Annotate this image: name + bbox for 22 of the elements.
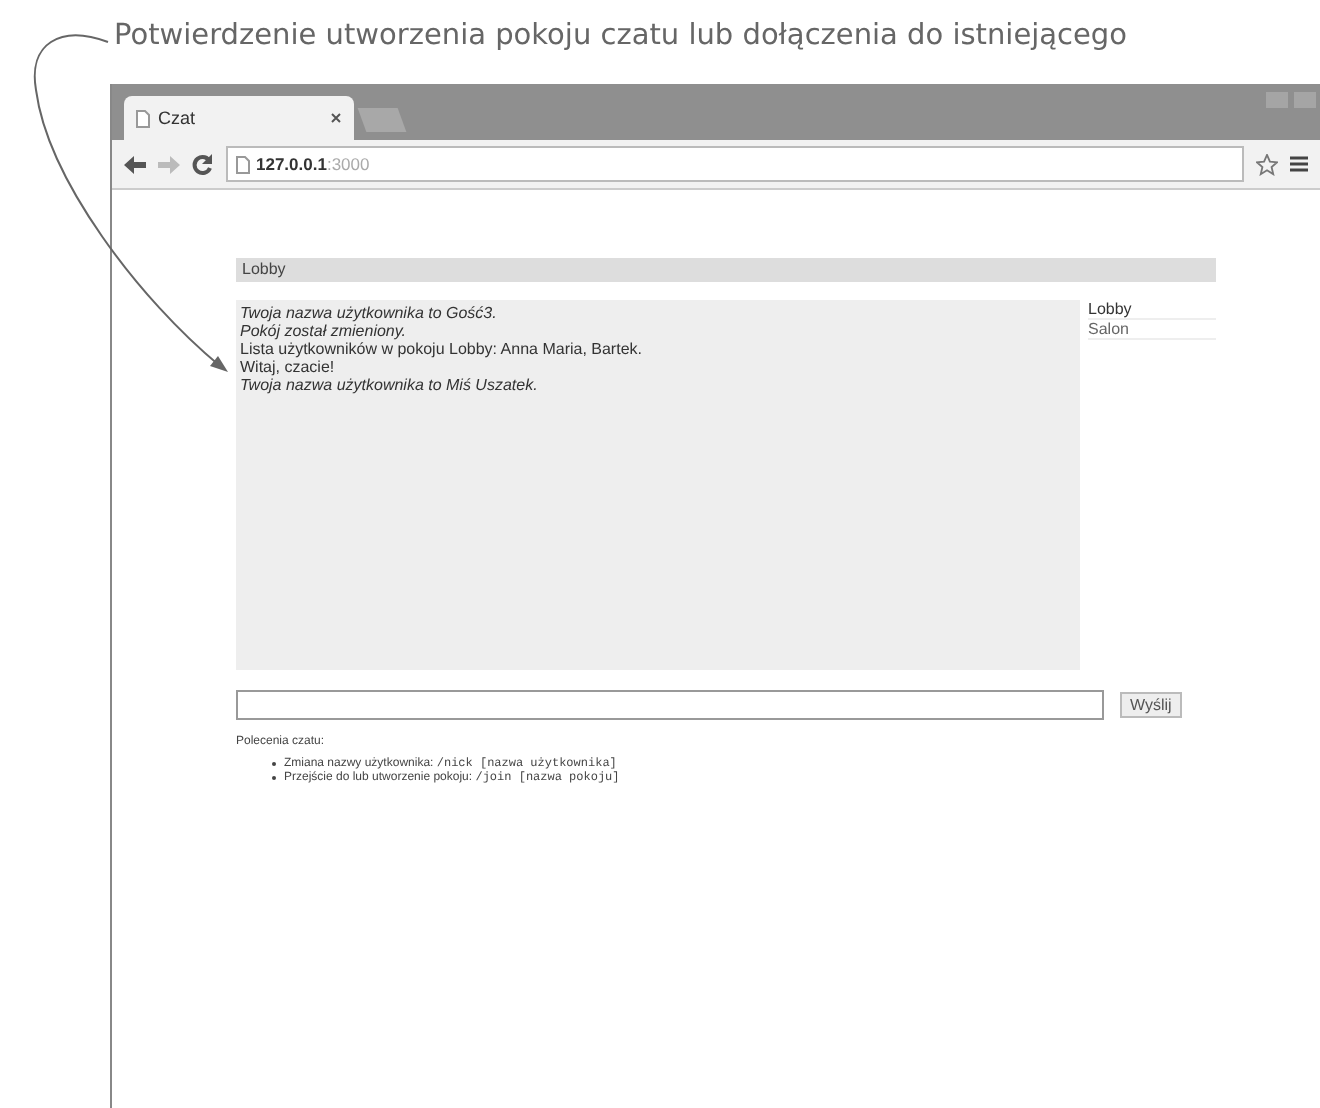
close-icon[interactable]	[330, 112, 342, 124]
reload-icon[interactable]	[192, 153, 214, 175]
chat-message: Witaj, czacie!	[240, 358, 335, 376]
star-icon[interactable]	[1256, 153, 1278, 175]
url-port: :3000	[326, 154, 370, 174]
page-icon	[236, 155, 250, 173]
room-title: Lobby	[236, 258, 1216, 282]
send-button[interactable]: Wyślij	[1120, 692, 1182, 718]
url-host: 127.0.0.1	[256, 154, 327, 174]
menu-icon[interactable]	[1290, 156, 1308, 172]
chat-message: Lista użytkowników w pokoju Lobby: Anna Maria, Bartek.	[240, 340, 642, 358]
browser-tab[interactable]: Czat	[124, 96, 354, 140]
system-message: Twoja nazwa użytkownika to Miś Uszatek.	[240, 376, 538, 394]
page-icon	[136, 109, 150, 127]
room-item[interactable]: Lobby	[1088, 300, 1216, 320]
message-input[interactable]	[236, 690, 1104, 720]
caption: Potwierdzenie utworzenia pokoju czatu lub dołączenia do istniejącego	[114, 20, 1130, 56]
system-message: Pokój został zmieniony.	[240, 322, 406, 340]
back-icon[interactable]	[124, 155, 146, 173]
address-bar[interactable]: 127.0.0.1:3000	[226, 146, 1244, 182]
system-message: Twoja nazwa użytkownika to Gość3.	[240, 304, 497, 322]
room-item[interactable]: Salon	[1088, 320, 1216, 340]
